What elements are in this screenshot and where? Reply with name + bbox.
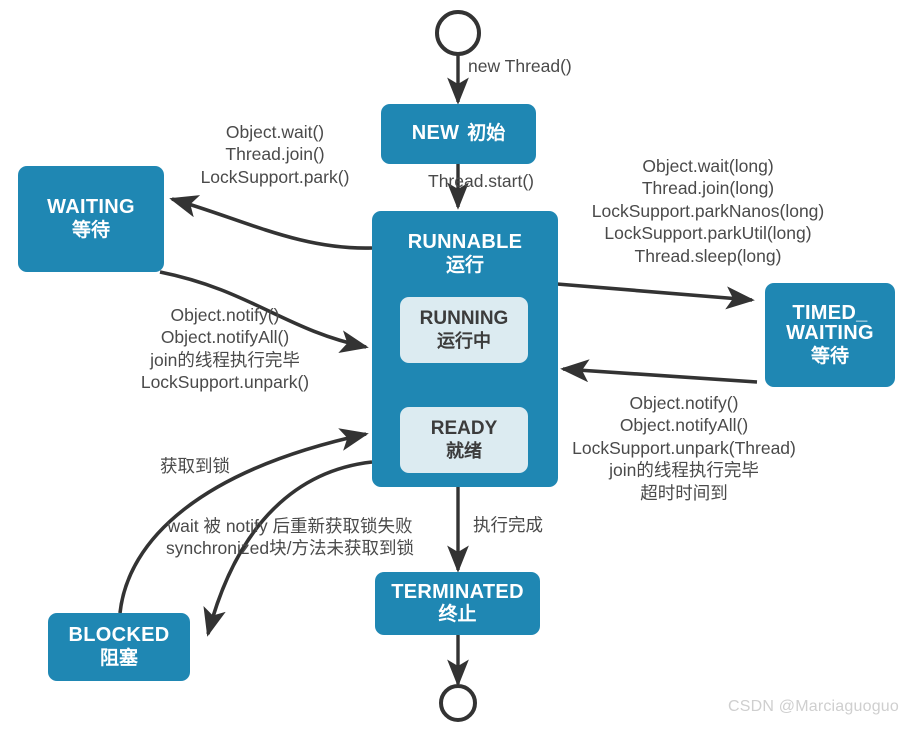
edge-label-to-timed-waiting: Object.wait(long) Thread.join(long) Lock… [591, 156, 825, 266]
state-running-label-en: RUNNING [419, 307, 509, 329]
edge-label-thread-start: Thread.start() [428, 171, 534, 191]
state-terminated-label-zh: 终止 [438, 604, 477, 626]
state-waiting-label-zh: 等待 [71, 219, 110, 241]
start-node-circle [435, 10, 481, 56]
thread-state-diagram: NEW 初始 RUNNABLE 运行 RUNNING 运行中 READY 就绪 … [0, 0, 913, 730]
state-ready-label-zh: 就绪 [446, 440, 482, 461]
state-terminated-label-en: TERMINATED [391, 580, 524, 603]
edge-runnable-to-timedwaiting [556, 282, 755, 310]
edge-label-from-timed-waiting: Object.notify() Object.notifyAll() LockS… [572, 393, 796, 503]
state-running[interactable]: RUNNING 运行中 [400, 297, 528, 363]
edge-runnable-to-waiting [169, 195, 373, 250]
state-timed-waiting-label-en-line2: WAITING [786, 322, 874, 345]
state-new-label-en: NEW [411, 122, 460, 145]
watermark: CSDN @Marciaguoguo [727, 698, 899, 715]
edge-label-to-waiting: Object.wait() Thread.join() LockSupport.… [200, 122, 350, 187]
edge-label-new-thread: new Thread() [468, 56, 572, 76]
edge-label-to-blocked: wait 被 notify 后重新获取锁失败 synchronized块/方法未… [166, 516, 414, 559]
state-timed-waiting[interactable]: TIMED_ WAITING 等待 [765, 283, 895, 387]
edge-timedwaiting-to-runnable [560, 359, 758, 384]
state-ready-label-en: READY [430, 417, 498, 439]
state-ready[interactable]: READY 就绪 [400, 407, 528, 473]
end-node-circle [439, 684, 477, 722]
state-terminated[interactable]: TERMINATED 终止 [375, 572, 540, 635]
state-blocked[interactable]: BLOCKED 阻塞 [48, 613, 190, 681]
state-runnable-label-en: RUNNABLE [407, 231, 523, 253]
state-new[interactable]: NEW 初始 [381, 104, 536, 164]
state-waiting[interactable]: WAITING 等待 [18, 166, 164, 272]
edge-label-execution-done: 执行完成 [473, 515, 543, 535]
state-timed-waiting-label-zh: 等待 [810, 345, 849, 367]
state-running-label-zh: 运行中 [437, 330, 491, 351]
state-runnable-label-zh: 运行 [445, 254, 484, 276]
state-blocked-label-zh: 阻塞 [99, 647, 138, 669]
state-waiting-label-en: WAITING [47, 196, 135, 218]
state-new-label-zh: 初始 [467, 123, 506, 145]
edge-label-acquired-lock: 获取到锁 [160, 456, 230, 476]
state-blocked-label-en: BLOCKED [68, 624, 170, 646]
edge-label-from-waiting: Object.notify() Object.notifyAll() join的… [140, 305, 310, 393]
